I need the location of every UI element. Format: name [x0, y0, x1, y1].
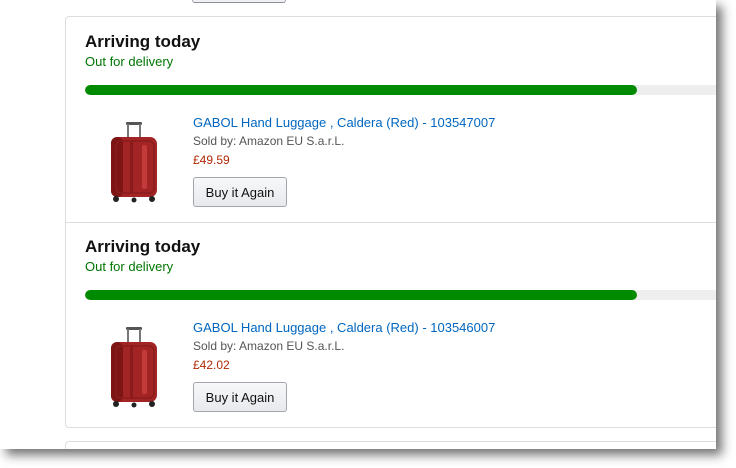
- browser-frame: Arriving today Out for delivery GABOL Ha…: [0, 0, 716, 449]
- product-title-link[interactable]: GABOL Hand Luggage , Caldera (Red) - 103…: [193, 320, 495, 335]
- product-title-link[interactable]: GABOL Hand Luggage , Caldera (Red) - 103…: [193, 115, 495, 130]
- buy-it-again-button[interactable]: Buy it Again: [193, 382, 287, 412]
- seller-info: Sold by: Amazon EU S.a.r.L.: [193, 134, 345, 148]
- delivery-progress-fill: [85, 85, 637, 95]
- delivery-headline: Arriving today: [85, 32, 201, 51]
- shipment: Arriving today Out for delivery GABOL Ha…: [66, 222, 716, 427]
- product-price: £49.59: [193, 153, 230, 167]
- shipment: Arriving today Out for delivery GABOL Ha…: [66, 17, 716, 223]
- delivery-progress-fill: [85, 290, 637, 300]
- delivery-progress-bar: [85, 290, 716, 300]
- buy-it-again-button[interactable]: Buy it Again: [193, 177, 287, 207]
- orders-card: Arriving today Out for delivery GABOL Ha…: [65, 16, 716, 428]
- red-suitcase-icon[interactable]: [106, 326, 162, 408]
- delivery-headline: Arriving today: [85, 237, 201, 256]
- delivery-status: Out for delivery: [85, 54, 174, 69]
- red-suitcase-icon[interactable]: [106, 121, 162, 203]
- product-price: £42.02: [193, 358, 230, 372]
- previous-button-edge[interactable]: [192, 0, 286, 3]
- next-order-card: [65, 441, 716, 449]
- delivery-status: Out for delivery: [85, 259, 174, 274]
- seller-info: Sold by: Amazon EU S.a.r.L.: [193, 339, 345, 353]
- delivery-progress-bar: [85, 85, 716, 95]
